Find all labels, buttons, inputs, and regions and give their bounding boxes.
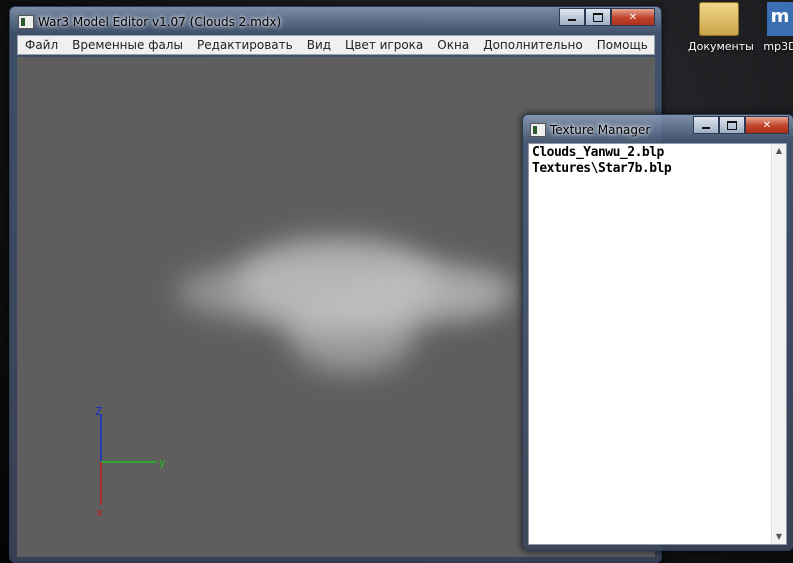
menu-extras[interactable]: Дополнительно bbox=[476, 38, 590, 52]
app-icon bbox=[530, 123, 546, 137]
texture-list[interactable]: Clouds_Yanwu_2.blp Textures\Star7b.blp ▲… bbox=[528, 143, 787, 545]
close-icon: ✕ bbox=[628, 11, 638, 23]
desktop-icon-label: Документы bbox=[688, 40, 754, 53]
window-title: War3 Model Editor v1.07 (Clouds 2.mdx) bbox=[38, 15, 282, 29]
minimize-icon bbox=[568, 19, 576, 21]
list-item[interactable]: Clouds_Yanwu_2.blp bbox=[532, 145, 664, 160]
x-axis-label: x bbox=[96, 506, 103, 519]
restore-button[interactable] bbox=[719, 116, 745, 134]
maximize-icon bbox=[593, 12, 603, 22]
minimize-icon bbox=[702, 127, 710, 129]
folder-icon bbox=[699, 2, 739, 36]
title-bar[interactable]: Texture Manager ✕ bbox=[523, 115, 793, 145]
menu-team-color[interactable]: Цвет игрока bbox=[338, 38, 430, 52]
menu-bar: Файл Временные фалы Редактировать Вид Цв… bbox=[17, 35, 655, 55]
scroll-down-icon[interactable]: ▼ bbox=[774, 532, 784, 542]
menu-help[interactable]: Помощь bbox=[590, 38, 655, 52]
close-button[interactable]: ✕ bbox=[611, 8, 655, 26]
desktop-icon-mp3d[interactable]: m mp3D bbox=[760, 2, 793, 53]
maximize-button[interactable] bbox=[585, 8, 611, 26]
mp3d-icon: m bbox=[767, 2, 793, 36]
minimize-button[interactable] bbox=[693, 116, 719, 134]
window-controls: ✕ bbox=[559, 8, 655, 26]
menu-edit[interactable]: Редактировать bbox=[190, 38, 300, 52]
desktop-icon-label: mp3D bbox=[763, 40, 793, 53]
menu-windows[interactable]: Окна bbox=[430, 38, 476, 52]
vertical-scrollbar[interactable]: ▲ ▼ bbox=[771, 144, 786, 544]
restore-icon bbox=[727, 120, 737, 130]
menu-file[interactable]: Файл bbox=[18, 38, 65, 52]
app-icon bbox=[18, 15, 34, 29]
minimize-button[interactable] bbox=[559, 8, 585, 26]
scroll-up-icon[interactable]: ▲ bbox=[774, 146, 784, 156]
close-button[interactable]: ✕ bbox=[745, 116, 789, 134]
menu-view[interactable]: Вид bbox=[300, 38, 338, 52]
axis-gizmo: Z y x bbox=[95, 405, 166, 519]
z-axis-label: Z bbox=[95, 405, 103, 418]
close-icon: ✕ bbox=[762, 119, 772, 131]
window-title: Texture Manager bbox=[550, 123, 651, 137]
y-axis-label: y bbox=[159, 456, 166, 469]
title-bar[interactable]: War3 Model Editor v1.07 (Clouds 2.mdx) ✕ bbox=[10, 7, 661, 37]
window-controls: ✕ bbox=[693, 116, 789, 134]
texture-manager-window: Texture Manager ✕ Clouds_Yanwu_2.blp Tex… bbox=[522, 114, 793, 551]
menu-temp-files[interactable]: Временные фалы bbox=[65, 38, 190, 52]
list-item[interactable]: Textures\Star7b.blp bbox=[532, 161, 672, 176]
desktop-icon-documents[interactable]: Документы bbox=[688, 2, 754, 53]
